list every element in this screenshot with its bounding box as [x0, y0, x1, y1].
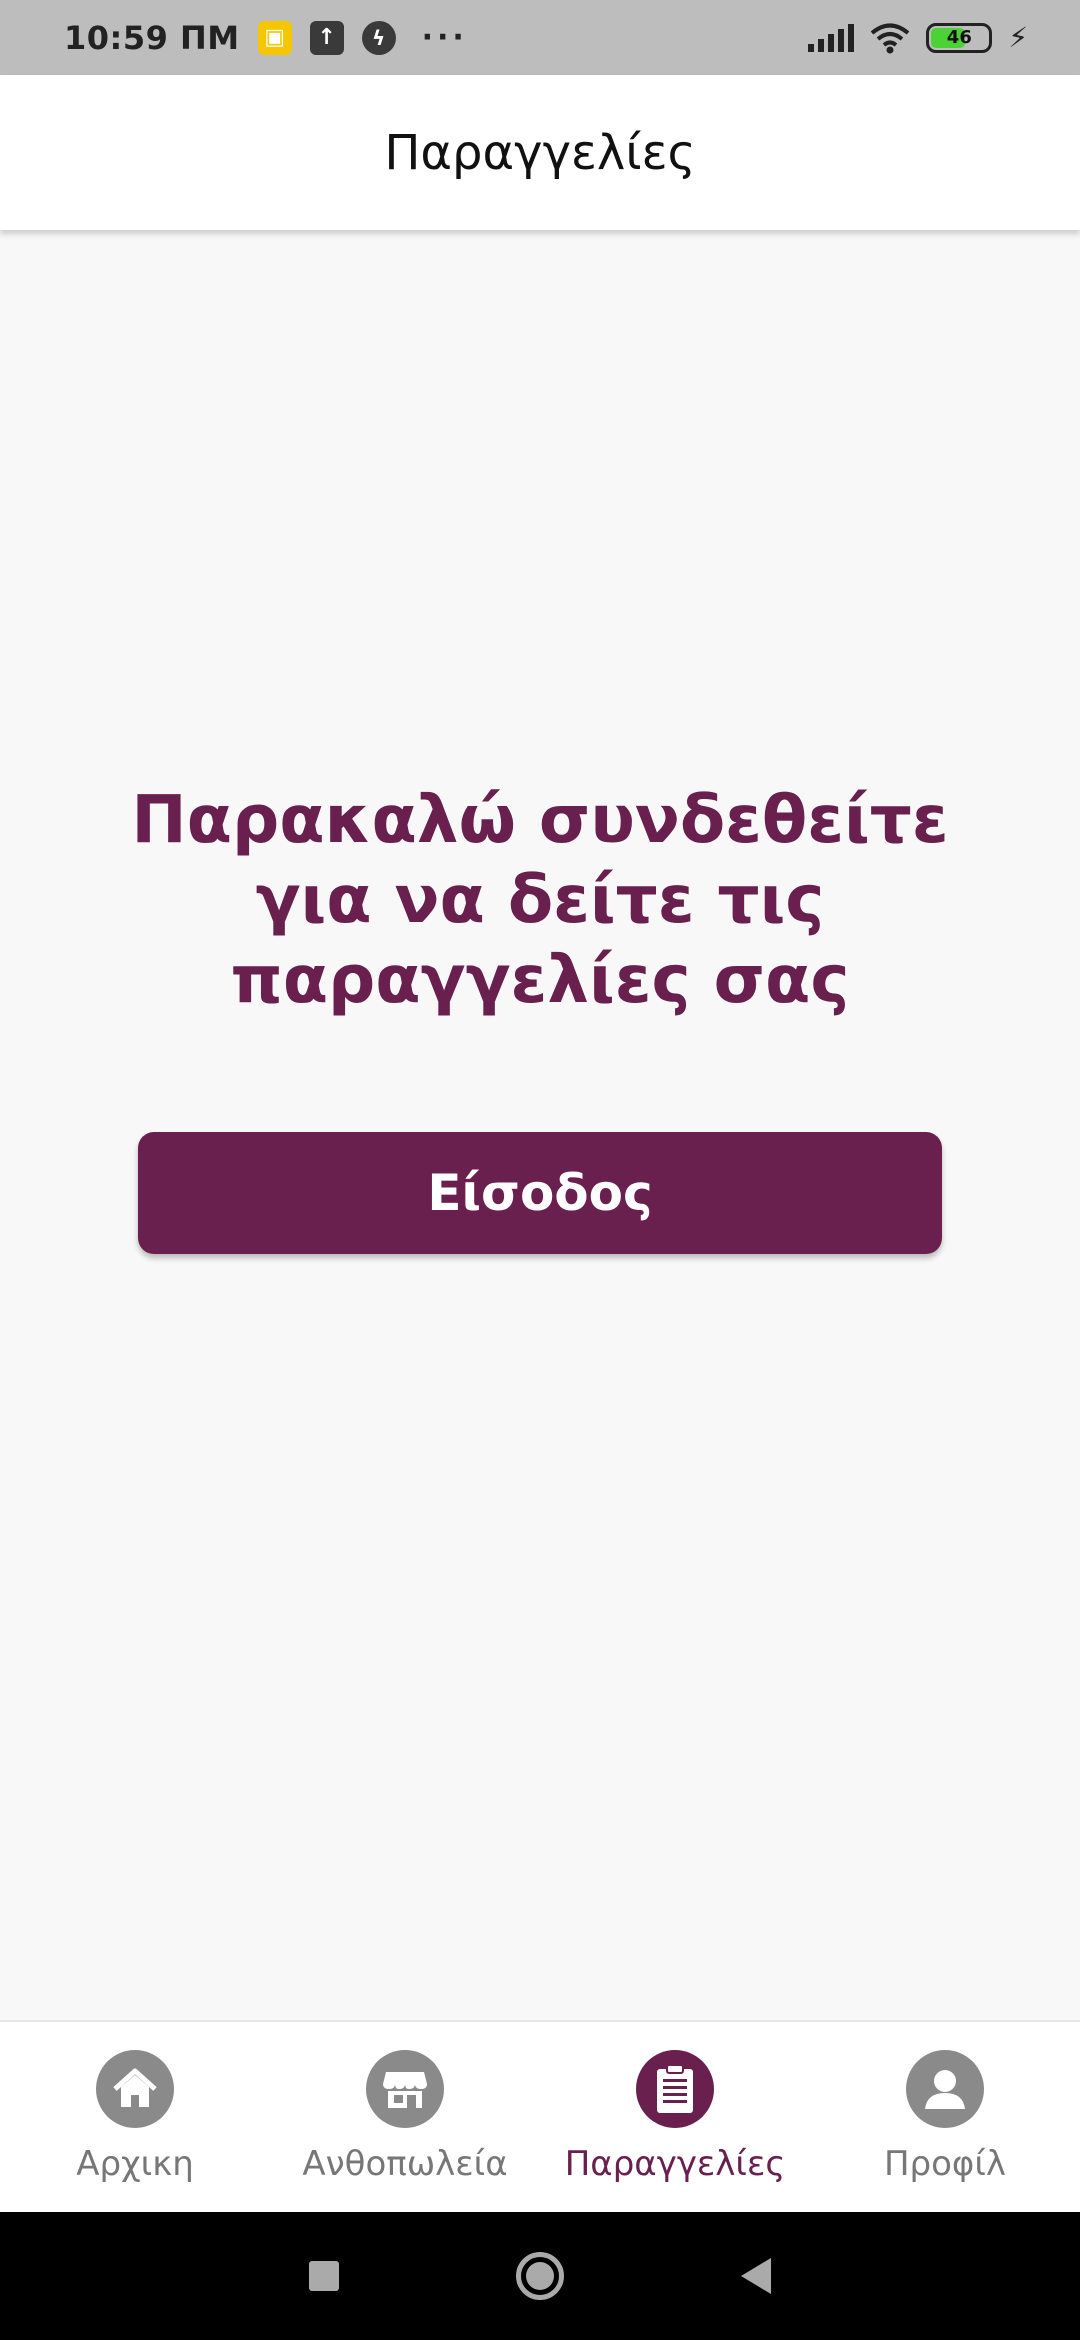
nav-label-profile: Προφίλ	[883, 2144, 1006, 2184]
profile-icon	[906, 2050, 984, 2128]
page-title: Παραγγελίες	[384, 124, 696, 181]
store-icon	[366, 2050, 444, 2128]
system-home-icon[interactable]	[515, 2252, 564, 2300]
more-dots-icon: ···	[421, 20, 468, 55]
battery-icon: 46	[926, 22, 993, 53]
nav-item-stores[interactable]: Ανθοπωλεία	[270, 2022, 540, 2212]
status-bar-right: 46 ⚡	[808, 21, 1028, 54]
messenger-icon: ϟ	[361, 20, 396, 55]
nav-item-orders[interactable]: Παραγγελίες	[540, 2022, 810, 2212]
upload-icon: ↑	[309, 20, 344, 55]
login-prompt-message: Παρακαλώ συνδεθείτε για να δείτε τις παρ…	[131, 781, 949, 1018]
back-icon[interactable]	[741, 2258, 772, 2294]
home-icon	[96, 2050, 174, 2128]
system-navigation-bar	[0, 2212, 1080, 2340]
bottom-navigation: Αρχικη Ανθοπωλεία Παραγγελίες Προφίλ	[0, 2020, 1080, 2212]
nav-item-home[interactable]: Αρχικη	[0, 2022, 270, 2212]
login-button[interactable]: Είσοδος	[138, 1132, 942, 1254]
wifi-icon	[871, 23, 910, 53]
notification-app-icon: ▣	[257, 20, 292, 55]
nav-item-profile[interactable]: Προφίλ	[810, 2022, 1080, 2212]
status-bar: 10:59 ΠΜ ▣ ↑ ϟ ··· 46 ⚡	[0, 0, 1080, 75]
status-time: 10:59 ΠΜ	[64, 18, 240, 57]
nav-label-home: Αρχικη	[76, 2144, 194, 2184]
nav-label-orders: Παραγγελίες	[564, 2144, 786, 2184]
orders-screen: 10:59 ΠΜ ▣ ↑ ϟ ··· 46 ⚡ Παραγγελίες Παρα…	[0, 0, 1080, 2340]
recent-apps-icon[interactable]	[308, 2261, 339, 2291]
battery-level: 46	[946, 27, 972, 48]
charging-icon: ⚡	[1008, 21, 1028, 54]
status-bar-left: 10:59 ΠΜ ▣ ↑ ϟ ···	[64, 19, 468, 57]
nav-label-stores: Ανθοπωλεία	[302, 2144, 508, 2184]
orders-clipboard-icon	[636, 2050, 714, 2128]
app-header: Παραγγελίες	[0, 75, 1080, 230]
signal-icon	[808, 23, 855, 52]
